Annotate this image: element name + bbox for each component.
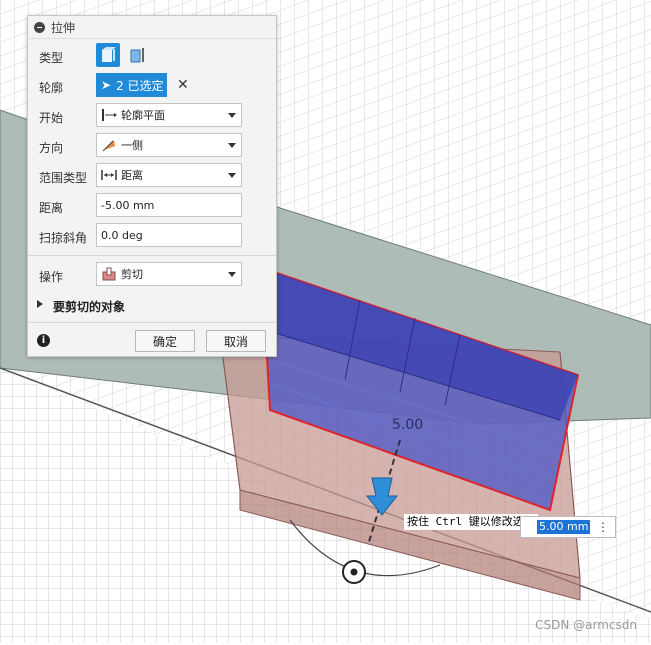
ok-button[interactable]: 确定 bbox=[135, 330, 195, 352]
collapse-icon[interactable] bbox=[34, 21, 45, 33]
thin-extrude-icon bbox=[130, 48, 144, 63]
chevron-down-icon bbox=[228, 272, 236, 277]
taper-input[interactable]: 0.0 deg bbox=[96, 223, 242, 247]
type-row: 类型 bbox=[28, 42, 276, 70]
extent-label: 范围类型 bbox=[39, 171, 88, 185]
start-label: 开始 bbox=[39, 111, 64, 125]
cut-icon bbox=[101, 266, 117, 282]
chevron-down-icon bbox=[228, 173, 236, 178]
thin-extrude-button[interactable] bbox=[126, 43, 150, 67]
more-options-icon[interactable]: ⋮ bbox=[597, 520, 609, 534]
profile-plane-icon bbox=[101, 107, 117, 123]
extent-row: 范围类型 距离 bbox=[28, 162, 276, 190]
chevron-down-icon bbox=[228, 143, 236, 148]
distance-input[interactable]: -5.00 mm bbox=[96, 193, 242, 217]
one-side-icon bbox=[101, 137, 117, 153]
divider bbox=[28, 255, 276, 256]
distance-label: 距离 bbox=[39, 201, 64, 215]
start-row: 开始 轮廓平面 bbox=[28, 102, 276, 130]
extent-select[interactable]: 距离 bbox=[96, 163, 242, 187]
objects-to-cut-label: 要剪切的对象 bbox=[53, 300, 126, 314]
operation-row: 操作 剪切 bbox=[28, 261, 276, 289]
selection-tooltip: 按住 Ctrl 键以修改选择 bbox=[404, 514, 538, 530]
distance-row: 距离 -5.00 mm bbox=[28, 192, 276, 220]
extent-value: 距离 bbox=[121, 169, 143, 182]
watermark: CSDN @armcsdn bbox=[535, 618, 637, 632]
direction-row: 方向 一侧 bbox=[28, 132, 276, 160]
clear-selection-icon[interactable]: ✕ bbox=[177, 77, 189, 93]
info-icon[interactable]: i bbox=[37, 334, 50, 347]
direction-value: 一侧 bbox=[121, 139, 143, 152]
divider bbox=[28, 322, 276, 323]
expand-triangle-icon[interactable] bbox=[37, 300, 43, 308]
profile-selection-button[interactable]: ➤ 2 已选定 bbox=[96, 73, 167, 97]
chevron-down-icon bbox=[228, 113, 236, 118]
taper-label: 扫掠斜角 bbox=[39, 231, 88, 245]
direction-select[interactable]: 一侧 bbox=[96, 133, 242, 157]
start-value: 轮廓平面 bbox=[121, 109, 165, 122]
operation-label: 操作 bbox=[39, 270, 64, 284]
extrude-solid-icon bbox=[102, 47, 116, 62]
extrude-type-button[interactable] bbox=[96, 43, 120, 67]
type-label: 类型 bbox=[39, 51, 64, 65]
cursor-icon: ➤ bbox=[101, 78, 112, 92]
dimension-label: 5.00 bbox=[392, 417, 423, 433]
profile-label: 轮廓 bbox=[39, 81, 64, 95]
operation-value: 剪切 bbox=[121, 268, 143, 281]
operation-select[interactable]: 剪切 bbox=[96, 262, 242, 286]
start-select[interactable]: 轮廓平面 bbox=[96, 103, 242, 127]
profile-selected-text: 2 已选定 bbox=[116, 78, 164, 93]
direction-label: 方向 bbox=[39, 141, 64, 155]
cancel-button[interactable]: 取消 bbox=[206, 330, 266, 352]
panel-title: 拉伸 bbox=[51, 20, 76, 35]
profile-row: 轮廓 ➤ 2 已选定 ✕ bbox=[28, 72, 276, 100]
extrude-panel: 拉伸 类型 轮廓 ➤ 2 已选定 ✕ 开始 轮廓平面 方向 一侧 范围类型 距离… bbox=[27, 15, 277, 357]
viewport-distance-box[interactable]: 5.00 mm ⋮ bbox=[520, 516, 616, 538]
objects-to-cut-section[interactable]: 要剪切的对象 bbox=[28, 292, 276, 320]
taper-row: 扫掠斜角 0.0 deg bbox=[28, 222, 276, 250]
distance-icon bbox=[101, 167, 117, 183]
viewport-distance-value[interactable]: 5.00 mm bbox=[537, 520, 591, 534]
panel-header[interactable]: 拉伸 bbox=[28, 16, 276, 39]
